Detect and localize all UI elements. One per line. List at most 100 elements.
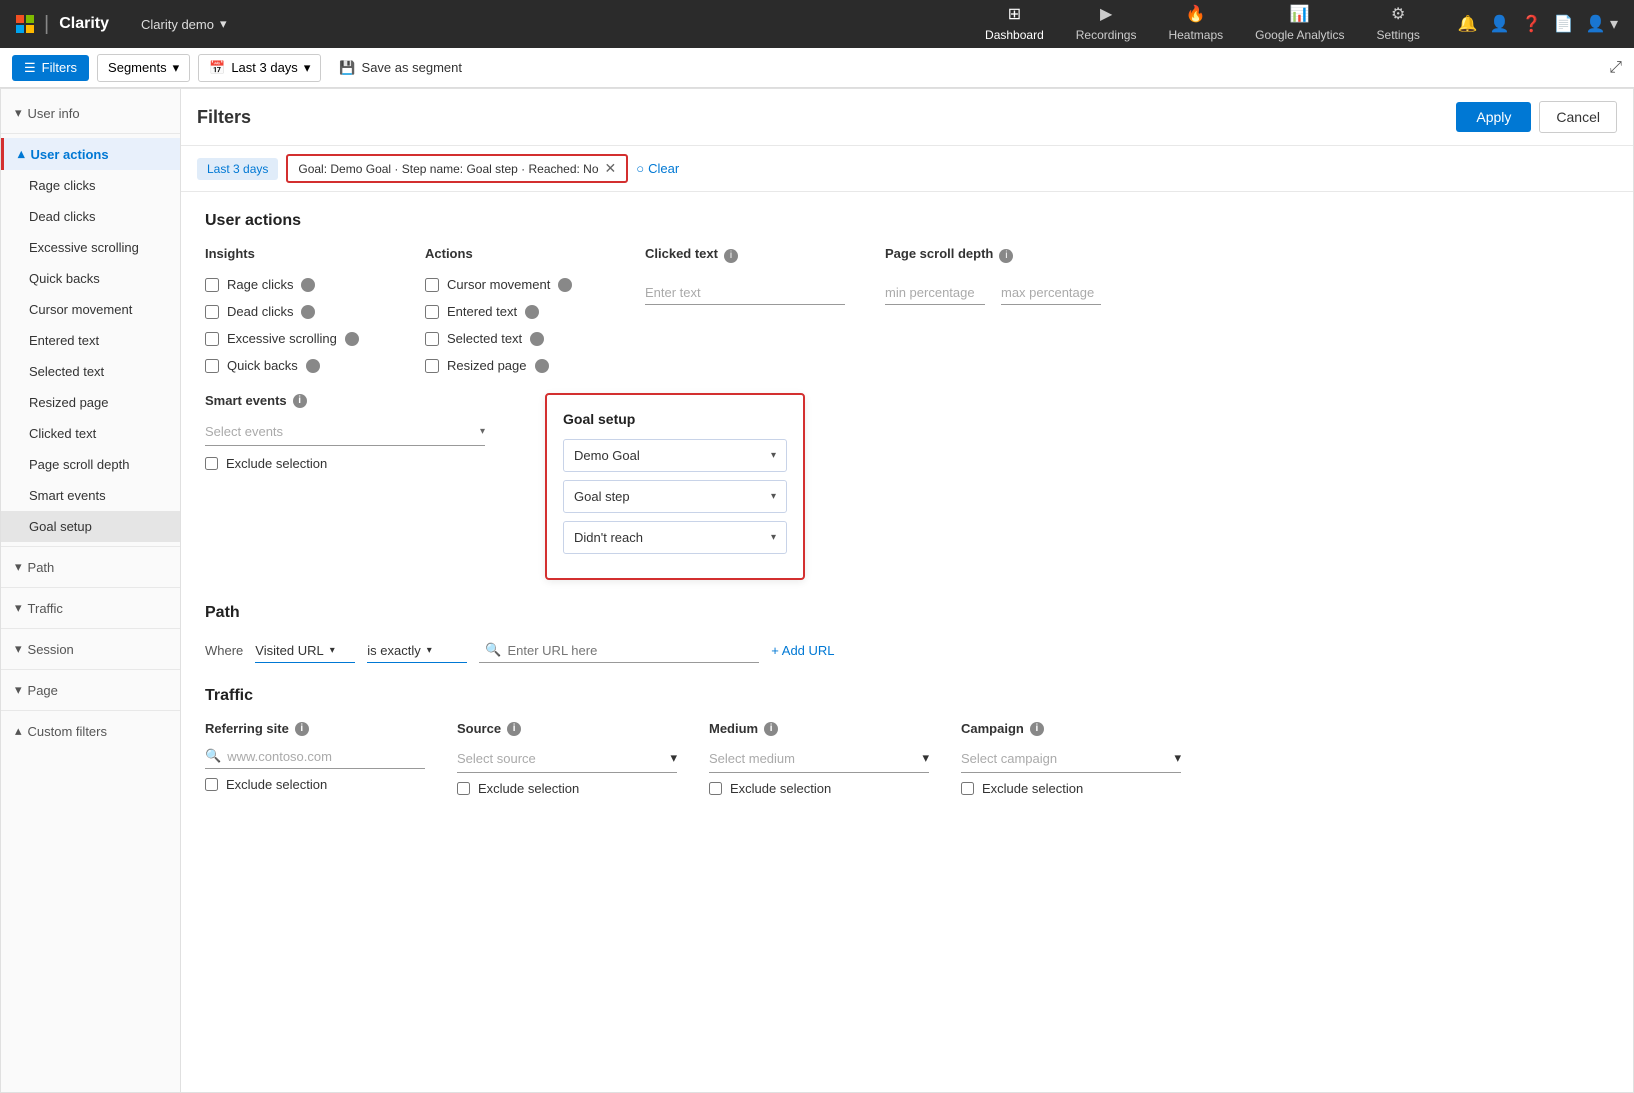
smart-events-dropdown[interactable]: Select events ▾ — [205, 418, 485, 446]
share-icon[interactable]: 👤 — [1490, 14, 1510, 34]
nav-links: ⊞ Dashboard ▶ Recordings 🔥 Heatmaps 📊 Go… — [971, 0, 1434, 50]
notifications-icon[interactable]: 🔔 — [1458, 14, 1478, 34]
sidebar-item-dead-clicks[interactable]: Dead clicks — [1, 201, 180, 232]
source-exclude-label: Exclude selection — [478, 781, 579, 796]
campaign-dropdown[interactable]: Select campaign ▾ — [961, 744, 1181, 773]
goal-dropdown[interactable]: Demo Goal ▾ — [563, 439, 787, 472]
sidebar-item-entered-text[interactable]: Entered text — [1, 325, 180, 356]
referring-site-input[interactable] — [227, 749, 425, 764]
referring-site-info-icon[interactable]: i — [295, 722, 309, 736]
sidebar-item-selected-text[interactable]: Selected text — [1, 356, 180, 387]
page-scroll-depth-header: Page scroll depth — [885, 246, 993, 261]
filters-button[interactable]: ☰ Apply Filters — [12, 55, 89, 81]
medium-exclude-checkbox[interactable] — [709, 782, 722, 795]
smart-events-chevron-icon: ▾ — [480, 426, 485, 437]
page-scroll-depth-info-icon[interactable]: i — [999, 249, 1013, 263]
cancel-button[interactable]: Cancel — [1539, 101, 1617, 133]
scroll-depth-min-input[interactable] — [885, 281, 985, 305]
dead-clicks-checkbox[interactable] — [205, 305, 219, 319]
medium-dropdown[interactable]: Select medium ▾ — [709, 744, 929, 773]
referring-site-exclude-checkbox[interactable] — [205, 778, 218, 791]
nav-dashboard[interactable]: ⊞ Dashboard — [971, 0, 1058, 50]
nav-heatmaps[interactable]: 🔥 Heatmaps — [1154, 0, 1237, 50]
expand-button[interactable]: ⤢ — [1609, 59, 1622, 77]
time-filter-chip[interactable]: Last 3 days — [197, 158, 278, 180]
sidebar-section-path[interactable]: ▾ Path — [1, 551, 180, 583]
sidebar-section-session[interactable]: ▾ Session — [1, 633, 180, 665]
campaign-exclude-label: Exclude selection — [982, 781, 1083, 796]
source-dropdown[interactable]: Select source ▾ — [457, 744, 677, 773]
sidebar-item-smart-events[interactable]: Smart events — [1, 480, 180, 511]
dead-clicks-info-icon[interactable]: i — [301, 305, 315, 319]
quick-backs-label: Quick backs — [227, 358, 298, 373]
segments-button[interactable]: Segments ▾ — [97, 54, 190, 82]
clicked-text-input[interactable] — [645, 281, 845, 305]
nav-settings[interactable]: ⚙ Settings — [1363, 0, 1434, 50]
quick-backs-info-icon[interactable]: i — [306, 359, 320, 373]
smart-events-exclude-checkbox[interactable] — [205, 457, 218, 470]
source-exclude-checkbox[interactable] — [457, 782, 470, 795]
clear-filters-button[interactable]: ○ Clear — [636, 161, 679, 176]
clicked-text-info-icon[interactable]: i — [724, 249, 738, 263]
sidebar-item-goal-setup[interactable]: Goal setup — [1, 511, 180, 542]
sidebar-item-quick-backs[interactable]: Quick backs — [1, 263, 180, 294]
goal-chip-close-icon[interactable]: ✕ — [605, 160, 617, 177]
sidebar-item-page-scroll-depth[interactable]: Page scroll depth — [1, 449, 180, 480]
user-info-arrow-icon: ▾ — [15, 105, 22, 121]
project-chevron-icon: ▾ — [220, 16, 227, 32]
sidebar-section-page[interactable]: ▾ Page — [1, 674, 180, 706]
sidebar-item-excessive-scrolling[interactable]: Excessive scrolling — [1, 232, 180, 263]
sidebar-item-rage-clicks[interactable]: Rage clicks — [1, 170, 180, 201]
sidebar-section-traffic[interactable]: ▾ Traffic — [1, 592, 180, 624]
page-arrow-icon: ▾ — [15, 682, 22, 698]
campaign-info-icon[interactable]: i — [1030, 722, 1044, 736]
goal-step-dropdown[interactable]: Goal step ▾ — [563, 480, 787, 513]
account-icon[interactable]: 👤 ▾ — [1586, 14, 1618, 34]
referring-site-input-wrapper: 🔍 — [205, 744, 425, 769]
rage-clicks-info-icon[interactable]: i — [301, 278, 315, 292]
source-info-icon[interactable]: i — [507, 722, 521, 736]
excessive-scrolling-info-icon[interactable]: i — [345, 332, 359, 346]
entered-text-info-icon[interactable]: i — [525, 305, 539, 319]
brand-logo[interactable]: | Clarity — [16, 13, 109, 36]
quick-backs-checkbox[interactable] — [205, 359, 219, 373]
url-input[interactable] — [507, 643, 753, 658]
sidebar-section-user-info[interactable]: ▾ User info — [1, 97, 180, 129]
cursor-movement-checkbox[interactable] — [425, 278, 439, 292]
cursor-movement-info-icon[interactable]: i — [558, 278, 572, 292]
add-url-button[interactable]: + Add URL — [771, 643, 834, 658]
entered-text-checkbox[interactable] — [425, 305, 439, 319]
nav-recordings[interactable]: ▶ Recordings — [1062, 0, 1151, 50]
custom-filters-arrow-icon: ▴ — [15, 723, 22, 739]
rage-clicks-checkbox[interactable] — [205, 278, 219, 292]
goal-setup-title: Goal setup — [563, 411, 787, 427]
last3days-button[interactable]: 📅 Last 3 days ▾ — [198, 54, 321, 82]
project-selector[interactable]: Clarity demo ▾ — [141, 16, 227, 32]
selected-text-checkbox[interactable] — [425, 332, 439, 346]
resized-page-checkbox[interactable] — [425, 359, 439, 373]
sidebar-section-user-actions[interactable]: ▴ User actions — [1, 138, 180, 170]
medium-info-icon[interactable]: i — [764, 722, 778, 736]
document-icon[interactable]: 📄 — [1554, 14, 1574, 34]
selected-text-info-icon[interactable]: i — [530, 332, 544, 346]
visited-url-dropdown[interactable]: Visited URL ▾ — [255, 639, 355, 663]
campaign-exclude-checkbox[interactable] — [961, 782, 974, 795]
scroll-depth-max-input[interactable] — [1001, 281, 1101, 305]
resized-page-info-icon[interactable]: i — [535, 359, 549, 373]
sidebar-item-cursor-movement[interactable]: Cursor movement — [1, 294, 180, 325]
nav-google-analytics[interactable]: 📊 Google Analytics — [1241, 0, 1358, 50]
sidebar-item-resized-page[interactable]: Resized page — [1, 387, 180, 418]
goal-reached-dropdown[interactable]: Didn't reach ▾ — [563, 521, 787, 554]
sidebar-section-custom-filters[interactable]: ▴ Custom filters — [1, 715, 180, 747]
selected-text-row: Selected text i — [425, 331, 605, 346]
medium-exclude-row: Exclude selection — [709, 781, 929, 796]
user-actions-section-title: User actions — [205, 212, 1609, 230]
apply-button[interactable]: Apply — [1456, 102, 1531, 132]
excessive-scrolling-checkbox[interactable] — [205, 332, 219, 346]
visited-url-chevron-icon: ▾ — [330, 645, 335, 656]
help-icon[interactable]: ❓ — [1522, 14, 1542, 34]
save-as-segment-button[interactable]: 💾 Save as segment — [329, 55, 472, 81]
smart-events-info-icon[interactable]: i — [293, 394, 307, 408]
is-exactly-dropdown[interactable]: is exactly ▾ — [367, 639, 467, 663]
sidebar-item-clicked-text[interactable]: Clicked text — [1, 418, 180, 449]
